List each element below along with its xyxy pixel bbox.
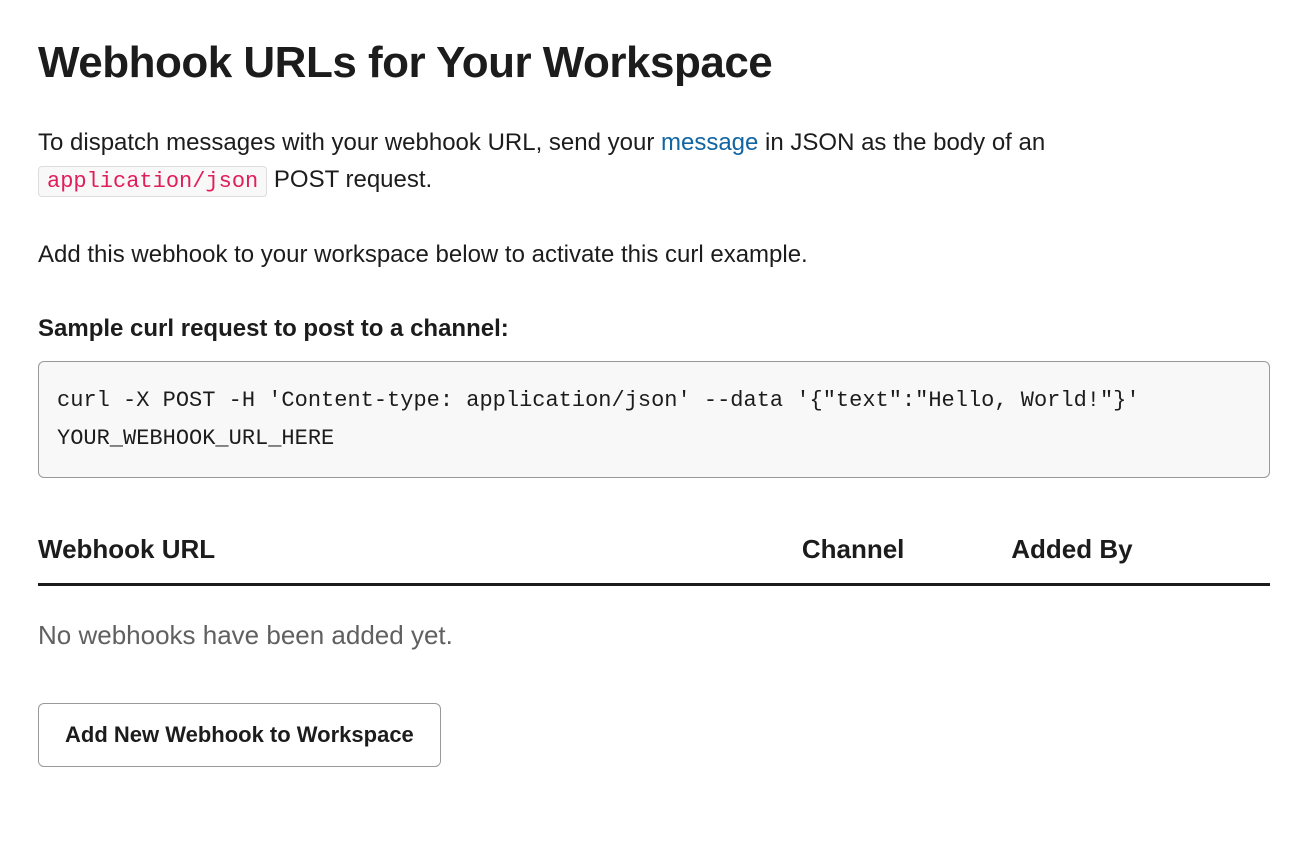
intro-paragraph: To dispatch messages with your webhook U… — [38, 124, 1270, 199]
curl-code-block: curl -X POST -H 'Content-type: applicati… — [38, 361, 1270, 478]
empty-state-message: No webhooks have been added yet. — [38, 616, 1270, 655]
intro-text-part1: To dispatch messages with your webhook U… — [38, 129, 661, 156]
intro-text-part3: POST request. — [267, 166, 432, 193]
page-heading: Webhook URLs for Your Workspace — [38, 30, 1270, 96]
webhook-table-header: Webhook URL Channel Added By — [38, 530, 1270, 586]
column-header-webhook-url: Webhook URL — [38, 530, 802, 569]
intro-text-part2: in JSON as the body of an — [758, 129, 1045, 156]
sample-curl-label: Sample curl request to post to a channel… — [38, 311, 1270, 347]
inline-code-content-type: application/json — [38, 166, 267, 197]
add-webhook-button[interactable]: Add New Webhook to Workspace — [38, 703, 441, 767]
instruction-paragraph: Add this webhook to your workspace below… — [38, 237, 1270, 273]
column-header-channel: Channel — [802, 530, 1011, 569]
message-link[interactable]: message — [661, 129, 758, 156]
column-header-added-by: Added By — [1011, 530, 1270, 569]
